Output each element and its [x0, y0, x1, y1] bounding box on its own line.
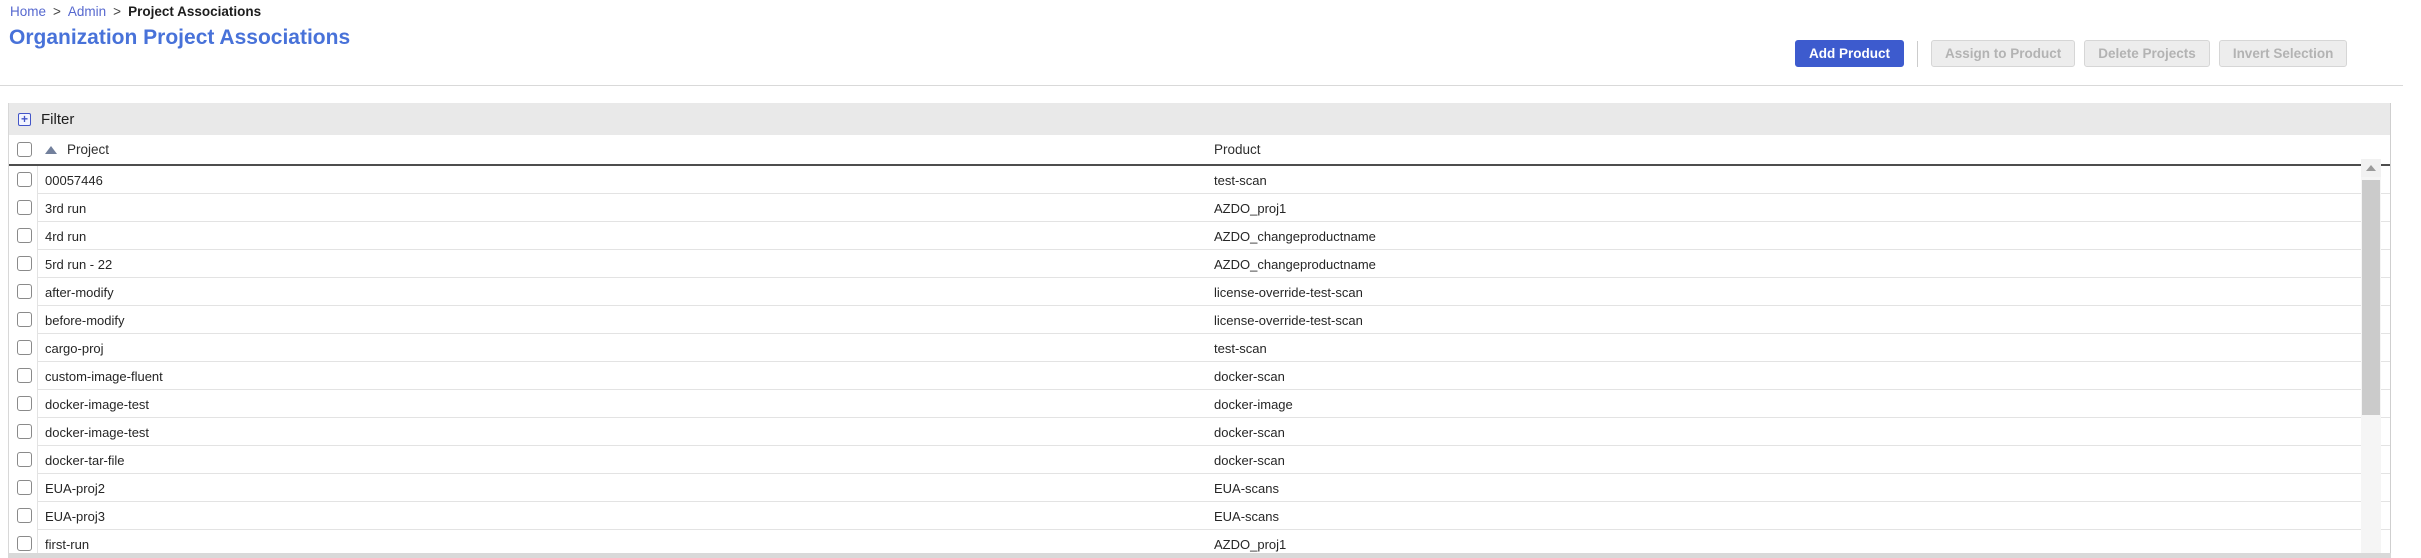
- product-cell: docker-image: [1214, 397, 1293, 412]
- row-checkbox[interactable]: [17, 480, 32, 495]
- breadcrumb: Home > Admin > Project Associations: [10, 4, 261, 19]
- project-cell: 4rd run: [45, 229, 86, 244]
- project-cell: custom-image-fluent: [45, 369, 163, 384]
- row-checkbox[interactable]: [17, 200, 32, 215]
- breadcrumb-link-home[interactable]: Home: [10, 4, 46, 19]
- horizontal-scrollbar[interactable]: [8, 553, 2391, 558]
- table-row[interactable]: EUA-proj3 EUA-scans: [9, 502, 2390, 530]
- product-cell: docker-scan: [1214, 453, 1285, 468]
- project-cell: cargo-proj: [45, 341, 104, 356]
- assign-to-product-button[interactable]: Assign to Product: [1931, 40, 2075, 67]
- table-body: 00057446 test-scan 3rd run AZDO_proj1 4r…: [9, 166, 2390, 558]
- vertical-scrollbar-thumb[interactable]: [2362, 180, 2380, 415]
- table-row[interactable]: 4rd run AZDO_changeproductname: [9, 222, 2390, 250]
- row-checkbox[interactable]: [17, 228, 32, 243]
- row-checkbox[interactable]: [17, 536, 32, 551]
- row-checkbox-cell: [9, 474, 38, 502]
- project-cell: docker-tar-file: [45, 453, 124, 468]
- row-checkbox-cell: [9, 166, 38, 194]
- column-header-product[interactable]: Product: [1214, 142, 1261, 157]
- table-header-row: Project Product: [9, 135, 2390, 166]
- filter-bar[interactable]: Filter: [9, 103, 2390, 135]
- project-cell: docker-image-test: [45, 397, 149, 412]
- row-checkbox-cell: [9, 222, 38, 250]
- row-checkbox-cell: [9, 362, 38, 390]
- row-checkbox[interactable]: [17, 284, 32, 299]
- table-row[interactable]: custom-image-fluent docker-scan: [9, 362, 2390, 390]
- product-cell: AZDO_proj1: [1214, 537, 1286, 552]
- expand-plus-icon[interactable]: [18, 113, 31, 126]
- breadcrumb-separator: >: [53, 4, 61, 19]
- table-row[interactable]: EUA-proj2 EUA-scans: [9, 474, 2390, 502]
- row-checkbox-cell: [9, 418, 38, 446]
- vertical-scrollbar[interactable]: [2361, 159, 2381, 558]
- table-row[interactable]: docker-image-test docker-scan: [9, 418, 2390, 446]
- row-checkbox-cell: [9, 502, 38, 530]
- table-row[interactable]: docker-tar-file docker-scan: [9, 446, 2390, 474]
- row-checkbox[interactable]: [17, 256, 32, 271]
- table-row[interactable]: after-modify license-override-test-scan: [9, 278, 2390, 306]
- breadcrumb-link-admin[interactable]: Admin: [68, 4, 106, 19]
- column-header-project[interactable]: Project: [67, 142, 109, 157]
- product-cell: AZDO_changeproductname: [1214, 257, 1376, 272]
- toolbar: Add Product Assign to Product Delete Pro…: [1795, 40, 2383, 67]
- table-row[interactable]: 5rd run - 22 AZDO_changeproductname: [9, 250, 2390, 278]
- row-checkbox[interactable]: [17, 508, 32, 523]
- row-checkbox-cell: [9, 390, 38, 418]
- project-cell: EUA-proj2: [45, 481, 105, 496]
- select-all-checkbox[interactable]: [17, 142, 32, 157]
- project-cell: 5rd run - 22: [45, 257, 112, 272]
- row-checkbox[interactable]: [17, 452, 32, 467]
- breadcrumb-separator: >: [113, 4, 121, 19]
- product-cell: license-override-test-scan: [1214, 285, 1363, 300]
- row-checkbox-cell: [9, 250, 38, 278]
- page-title: Organization Project Associations: [9, 26, 350, 50]
- filter-label: Filter: [41, 111, 74, 128]
- delete-projects-button[interactable]: Delete Projects: [2084, 40, 2210, 67]
- product-cell: AZDO_proj1: [1214, 201, 1286, 216]
- row-checkbox[interactable]: [17, 424, 32, 439]
- project-cell: after-modify: [45, 285, 114, 300]
- row-checkbox[interactable]: [17, 340, 32, 355]
- row-checkbox[interactable]: [17, 396, 32, 411]
- product-cell: EUA-scans: [1214, 509, 1279, 524]
- product-cell: test-scan: [1214, 341, 1267, 356]
- product-cell: AZDO_changeproductname: [1214, 229, 1376, 244]
- scroll-up-arrow-icon[interactable]: [2361, 159, 2381, 177]
- row-checkbox-cell: [9, 334, 38, 362]
- project-cell: docker-image-test: [45, 425, 149, 440]
- add-product-button[interactable]: Add Product: [1795, 40, 1904, 67]
- row-checkbox-cell: [9, 306, 38, 334]
- table-row[interactable]: docker-image-test docker-image: [9, 390, 2390, 418]
- row-checkbox-cell: [9, 446, 38, 474]
- table-row[interactable]: before-modify license-override-test-scan: [9, 306, 2390, 334]
- toolbar-divider: [1917, 41, 1918, 67]
- row-checkbox[interactable]: [17, 312, 32, 327]
- product-cell: EUA-scans: [1214, 481, 1279, 496]
- invert-selection-button[interactable]: Invert Selection: [2219, 40, 2348, 67]
- project-cell: 00057446: [45, 173, 103, 188]
- product-cell: docker-scan: [1214, 369, 1285, 384]
- row-checkbox[interactable]: [17, 368, 32, 383]
- project-cell: EUA-proj3: [45, 509, 105, 524]
- title-divider: [0, 85, 2403, 86]
- product-cell: docker-scan: [1214, 425, 1285, 440]
- table-row[interactable]: 3rd run AZDO_proj1: [9, 194, 2390, 222]
- product-cell: license-override-test-scan: [1214, 313, 1363, 328]
- project-cell: 3rd run: [45, 201, 86, 216]
- project-associations-panel: Filter Project Product 00057446 test-sca…: [8, 103, 2391, 558]
- table-row[interactable]: cargo-proj test-scan: [9, 334, 2390, 362]
- product-cell: test-scan: [1214, 173, 1267, 188]
- breadcrumb-current-page: Project Associations: [128, 4, 261, 19]
- sort-ascending-icon[interactable]: [45, 146, 57, 154]
- row-checkbox[interactable]: [17, 172, 32, 187]
- project-cell: first-run: [45, 537, 89, 552]
- row-checkbox-cell: [9, 278, 38, 306]
- row-checkbox-cell: [9, 194, 38, 222]
- table-row[interactable]: 00057446 test-scan: [9, 166, 2390, 194]
- project-cell: before-modify: [45, 313, 124, 328]
